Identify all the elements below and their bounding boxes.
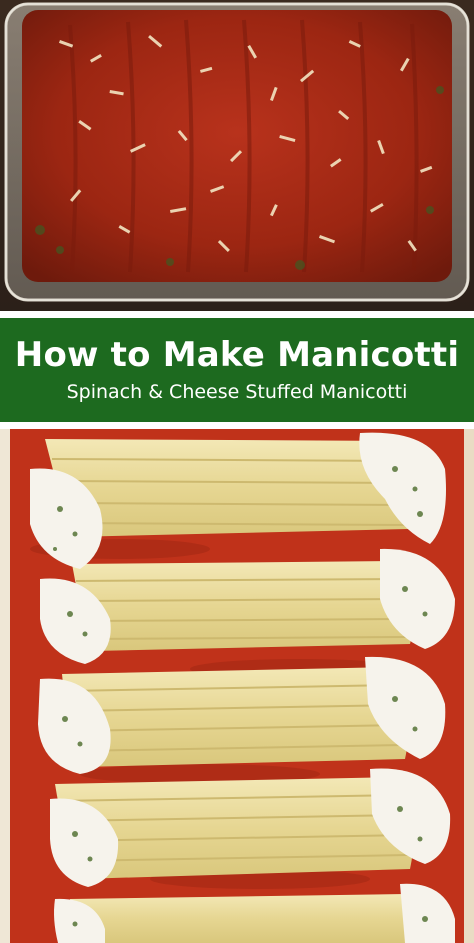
stuffed-manicotti-photo [0,429,474,943]
title-banner-panel: How to Make Manicotti Spinach & Cheese S… [0,315,474,425]
manicotti-shell [70,894,412,943]
baked-manicotti-illustration [4,2,470,302]
manicotti-shell [72,561,414,651]
manicotti-shell [62,667,409,767]
recipe-subtitle: Spinach & Cheese Stuffed Manicotti [66,381,408,403]
stuffed-manicotti-illustration [0,429,474,943]
title-banner: How to Make Manicotti Spinach & Cheese S… [0,311,474,429]
recipe-pin: How to Make Manicotti Spinach & Cheese S… [0,0,474,943]
baked-manicotti-photo [0,0,474,311]
recipe-title: How to Make Manicotti [14,335,460,375]
